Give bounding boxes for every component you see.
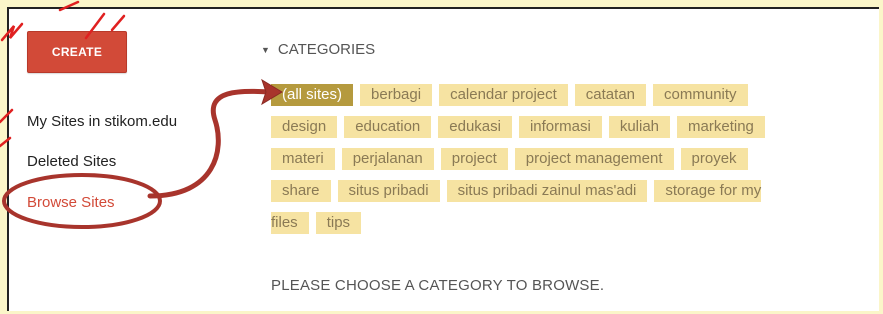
sidebar-item-my-sites[interactable]: My Sites in stikom.edu (27, 113, 177, 130)
category-tag[interactable]: informasi (518, 116, 602, 138)
category-tag[interactable]: proyek (680, 148, 748, 170)
create-button[interactable]: CREATE (27, 31, 127, 73)
category-tag[interactable]: storage for my (654, 180, 762, 202)
category-tag[interactable]: calendar project (439, 84, 568, 106)
category-tag[interactable]: catatan (574, 84, 647, 106)
category-tag[interactable]: perjalanan (341, 148, 434, 170)
sidebar-item-browse-sites[interactable]: Browse Sites (27, 194, 115, 211)
category-tag-list: (all sites) berbagi calendar project catata… (271, 79, 879, 239)
category-tag[interactable]: project (440, 148, 508, 170)
category-tag[interactable]: situs pribadi zainul mas'adi (446, 180, 648, 202)
category-tag[interactable]: design (271, 116, 338, 138)
category-tag[interactable]: share (271, 180, 331, 202)
category-tag-all-sites[interactable]: (all sites) (271, 84, 354, 106)
category-tag[interactable]: marketing (677, 116, 765, 138)
triangle-down-icon: ▼ (261, 44, 270, 55)
categories-toggle[interactable]: ▼ CATEGORIES (261, 41, 375, 58)
browse-prompt: PLEASE CHOOSE A CATEGORY TO BROWSE. (271, 277, 605, 294)
category-tag[interactable]: files (271, 212, 309, 234)
category-tag[interactable]: situs pribadi (337, 180, 440, 202)
category-tag[interactable]: project management (514, 148, 674, 170)
categories-header: CATEGORIES (277, 41, 376, 58)
category-tag[interactable]: materi (271, 148, 335, 170)
sites-browser-panel: CREATE My Sites in stikom.edu Deleted Si… (7, 7, 879, 311)
category-tag[interactable]: tips (315, 212, 362, 234)
sidebar-item-deleted-sites[interactable]: Deleted Sites (27, 153, 116, 170)
category-tag[interactable]: berbagi (360, 84, 433, 106)
category-tag[interactable]: kuliah (608, 116, 671, 138)
category-tag[interactable]: community (653, 84, 748, 106)
category-tag[interactable]: edukasi (438, 116, 512, 138)
category-tag[interactable]: education (344, 116, 432, 138)
